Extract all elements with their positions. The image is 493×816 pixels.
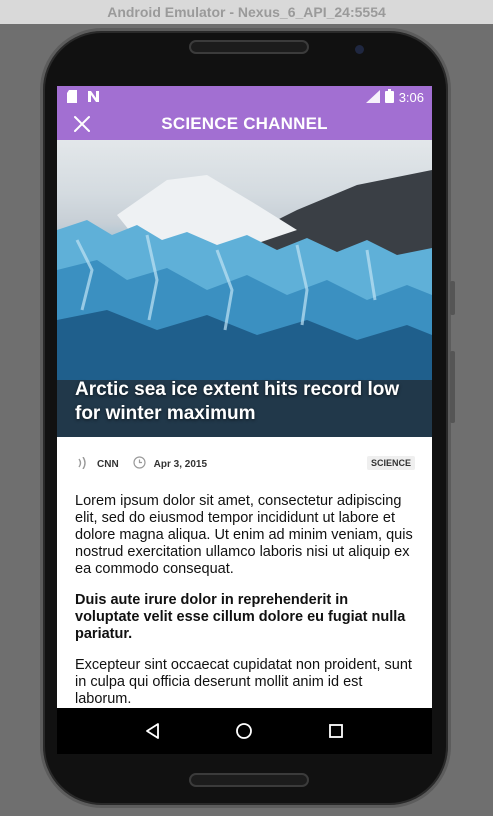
recents-icon: [329, 724, 344, 738]
emulator-title-bar: Android Emulator - Nexus_6_API_24:5554: [0, 0, 493, 24]
article-paragraph: Duis aute irure dolor in reprehenderit i…: [75, 592, 406, 642]
n-notification-icon: [87, 90, 100, 106]
article-body: Lorem ipsum dolor sit amet, consectetur …: [75, 493, 415, 708]
article-meta: CNN Apr 3, 2015 SCIENCE: [75, 455, 415, 473]
article-paragraph: Excepteur sint occaecat cupidatat non pr…: [75, 657, 412, 707]
bottom-speaker: [189, 773, 309, 787]
back-button[interactable]: [142, 720, 164, 742]
navigation-bar: [57, 708, 432, 754]
status-bar: 3:06: [57, 86, 432, 108]
front-camera: [355, 45, 364, 54]
sd-card-icon: [67, 90, 77, 106]
article-date: Apr 3, 2015: [153, 458, 208, 470]
app-bar: SCIENCE CHANNEL: [57, 108, 432, 140]
recents-button[interactable]: [325, 720, 347, 742]
audio-icon[interactable]: [75, 456, 89, 472]
home-icon: [236, 723, 253, 739]
top-speaker: [189, 40, 309, 54]
article-source: CNN: [97, 458, 119, 470]
article-content: CNN Apr 3, 2015 SCIENCE Lorem ipsum dolo…: [57, 437, 432, 708]
clock-icon: [133, 456, 146, 472]
power-button[interactable]: [450, 281, 455, 315]
hero-image: Arctic sea ice extent hits record low fo…: [57, 140, 432, 437]
category-tag[interactable]: SCIENCE: [366, 456, 415, 470]
emulator-title: Android Emulator - Nexus_6_API_24:5554: [107, 4, 386, 20]
article-paragraph: Lorem ipsum dolor sit amet, consectetur …: [75, 493, 413, 577]
app-title: SCIENCE CHANNEL: [161, 114, 328, 133]
volume-button[interactable]: [450, 351, 455, 423]
home-button[interactable]: [233, 720, 255, 742]
battery-icon: [384, 89, 394, 106]
device-screen: 3:06 SCIENCE CHANNEL Arctic sea ice exte…: [57, 86, 432, 754]
clock: 3:06: [398, 90, 424, 105]
back-icon: [145, 723, 159, 739]
lte-signal-icon: [365, 89, 380, 106]
article-headline: Arctic sea ice extent hits record low fo…: [75, 379, 400, 424]
